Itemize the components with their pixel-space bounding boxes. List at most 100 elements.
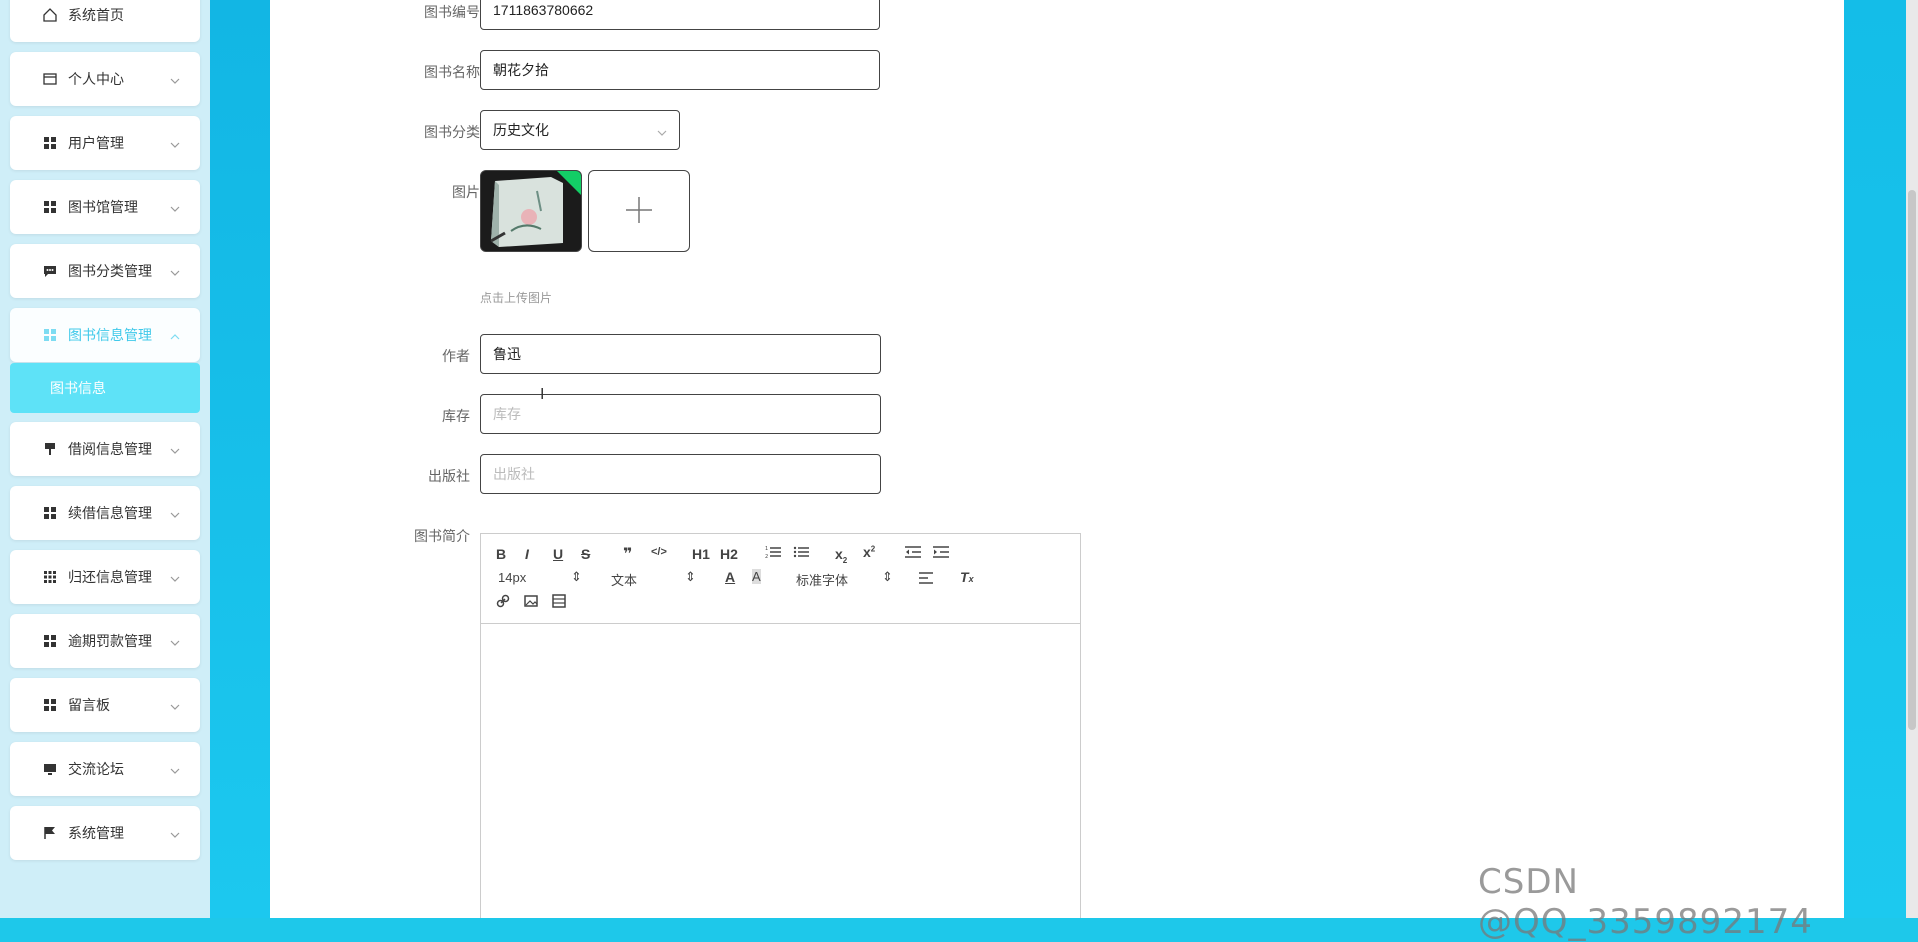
superscript-button[interactable]: x2 — [863, 544, 875, 560]
h1-button[interactable]: H1 — [692, 546, 710, 562]
grid-icon — [42, 697, 58, 713]
background-color-icon[interactable]: A — [752, 569, 761, 584]
card-icon — [42, 71, 58, 87]
publisher-input[interactable]: 出版社 — [480, 454, 881, 494]
align-left-icon[interactable] — [919, 572, 933, 587]
stock-label: 库存 — [442, 408, 470, 424]
sidebar-item-label: 逾期罚款管理 — [68, 633, 152, 649]
sidebar-item-borrow[interactable]: 借阅信息管理 — [10, 422, 200, 476]
book-name-label: 图书名称 — [424, 64, 480, 80]
publisher-label: 出版社 — [428, 468, 470, 484]
grid-icon — [42, 633, 58, 649]
scrollbar-thumb[interactable] — [1908, 190, 1916, 730]
grid-icon — [42, 327, 58, 343]
h2-button[interactable]: H2 — [720, 546, 738, 562]
book-no-input[interactable]: 1711863780662 — [480, 0, 880, 30]
underline-button[interactable]: U — [553, 546, 563, 562]
chevron-down-icon — [170, 73, 180, 84]
font-family-select[interactable]: 标准字体 — [796, 570, 848, 589]
chevron-down-icon — [657, 125, 667, 141]
home-icon — [42, 7, 58, 23]
grid-icon — [42, 135, 58, 151]
clear-format-icon[interactable]: Tx — [960, 569, 974, 585]
sidebar-item-renew[interactable]: 续借信息管理 — [10, 486, 200, 540]
chevron-down-icon — [170, 443, 180, 454]
grid-icon — [42, 199, 58, 215]
sidebar-item-return[interactable]: 归还信息管理 — [10, 550, 200, 604]
sidebar-item-label: 系统首页 — [68, 7, 124, 23]
outdent-icon[interactable] — [905, 546, 921, 561]
sidebar-item-label: 图书分类管理 — [68, 263, 152, 279]
category-select[interactable]: 历史文化 — [480, 110, 680, 150]
image-icon[interactable] — [524, 594, 538, 611]
flag-icon — [42, 825, 58, 841]
sidebar-item-library[interactable]: 图书馆管理 — [10, 180, 200, 234]
image-label: 图片 — [452, 184, 480, 200]
sidebar-item-label: 留言板 — [68, 697, 110, 713]
select-arrows-icon: ⇕ — [882, 569, 893, 584]
chevron-down-icon — [170, 699, 180, 710]
sidebar-item-book-category[interactable]: 图书分类管理 — [10, 244, 200, 298]
author-value: 鲁迅 — [493, 346, 521, 362]
svg-text:1: 1 — [765, 546, 768, 552]
bold-button[interactable]: B — [496, 546, 506, 562]
sidebar-item-label: 交流论坛 — [68, 761, 124, 777]
header-select[interactable]: 文本 — [611, 570, 637, 589]
sidebar-item-label: 图书馆管理 — [68, 199, 138, 215]
italic-button[interactable]: I — [525, 546, 529, 562]
bullet-list-icon[interactable] — [793, 545, 809, 562]
sidebar-item-home[interactable]: 系统首页 — [10, 0, 200, 42]
chevron-down-icon — [170, 571, 180, 582]
sidebar-item-profile[interactable]: 个人中心 — [10, 52, 200, 106]
chevron-down-icon — [170, 201, 180, 212]
sidebar-item-book-info[interactable]: 图书信息管理 — [10, 308, 200, 362]
sidebar-item-users[interactable]: 用户管理 — [10, 116, 200, 170]
author-input[interactable]: 鲁迅 — [480, 334, 881, 374]
sidebar-item-label: 图书信息管理 — [68, 327, 152, 343]
chevron-down-icon — [170, 137, 180, 148]
editor-toolbar: B I U S ❞ </> H1 H2 12 x2 x2 14px ⇕ 文本 ⇕… — [481, 534, 1080, 624]
link-icon[interactable] — [496, 594, 510, 611]
ordered-list-icon[interactable]: 12 — [765, 545, 781, 562]
font-color-icon[interactable]: A — [725, 569, 735, 585]
chevron-down-icon — [170, 265, 180, 276]
book-no-label: 图书编号 — [424, 4, 480, 20]
sidebar-item-label: 用户管理 — [68, 135, 124, 151]
upload-image-button[interactable] — [588, 170, 690, 252]
chat-icon — [42, 263, 58, 279]
grid-icon — [42, 505, 58, 521]
sidebar: 系统首页 个人中心 用户管理 图书馆管理 图书分类管理 图书信息管理 图书信息 … — [0, 0, 210, 918]
publisher-placeholder: 出版社 — [493, 466, 535, 482]
chevron-up-icon — [170, 329, 180, 340]
select-arrows-icon: ⇕ — [685, 569, 696, 584]
monitor-icon — [42, 761, 58, 777]
book-no-value: 1711863780662 — [493, 2, 594, 18]
chevron-down-icon — [170, 507, 180, 518]
text-cursor-icon: I — [540, 386, 545, 403]
indent-icon[interactable] — [933, 546, 949, 561]
book-name-input[interactable]: 朝花夕拾 — [480, 50, 880, 90]
book-cover-thumbnail[interactable] — [480, 170, 582, 252]
submenu-item-book-info[interactable]: 图书信息 — [10, 363, 200, 413]
strike-button[interactable]: S — [581, 546, 590, 562]
sidebar-item-forum[interactable]: 交流论坛 — [10, 742, 200, 796]
sidebar-item-label: 续借信息管理 — [68, 505, 152, 521]
subscript-button[interactable]: x2 — [835, 546, 847, 565]
sidebar-item-label: 归还信息管理 — [68, 569, 152, 585]
grid9-icon — [42, 569, 58, 585]
author-label: 作者 — [442, 348, 470, 364]
video-icon[interactable] — [552, 594, 566, 611]
rich-text-editor[interactable]: B I U S ❞ </> H1 H2 12 x2 x2 14px ⇕ 文本 ⇕… — [480, 533, 1081, 918]
stock-placeholder: 库存 — [493, 406, 521, 422]
sidebar-item-message-board[interactable]: 留言板 — [10, 678, 200, 732]
sidebar-item-label: 系统管理 — [68, 825, 124, 841]
code-block-button[interactable]: </> — [651, 546, 667, 558]
plus-icon — [624, 195, 654, 228]
sidebar-item-fine[interactable]: 逾期罚款管理 — [10, 614, 200, 668]
main-background-strip — [210, 0, 270, 918]
chevron-down-icon — [170, 827, 180, 838]
sidebar-item-system[interactable]: 系统管理 — [10, 806, 200, 860]
svg-text:2: 2 — [765, 554, 768, 559]
blockquote-button[interactable]: ❞ — [623, 544, 632, 564]
font-size-select[interactable]: 14px — [498, 570, 526, 585]
